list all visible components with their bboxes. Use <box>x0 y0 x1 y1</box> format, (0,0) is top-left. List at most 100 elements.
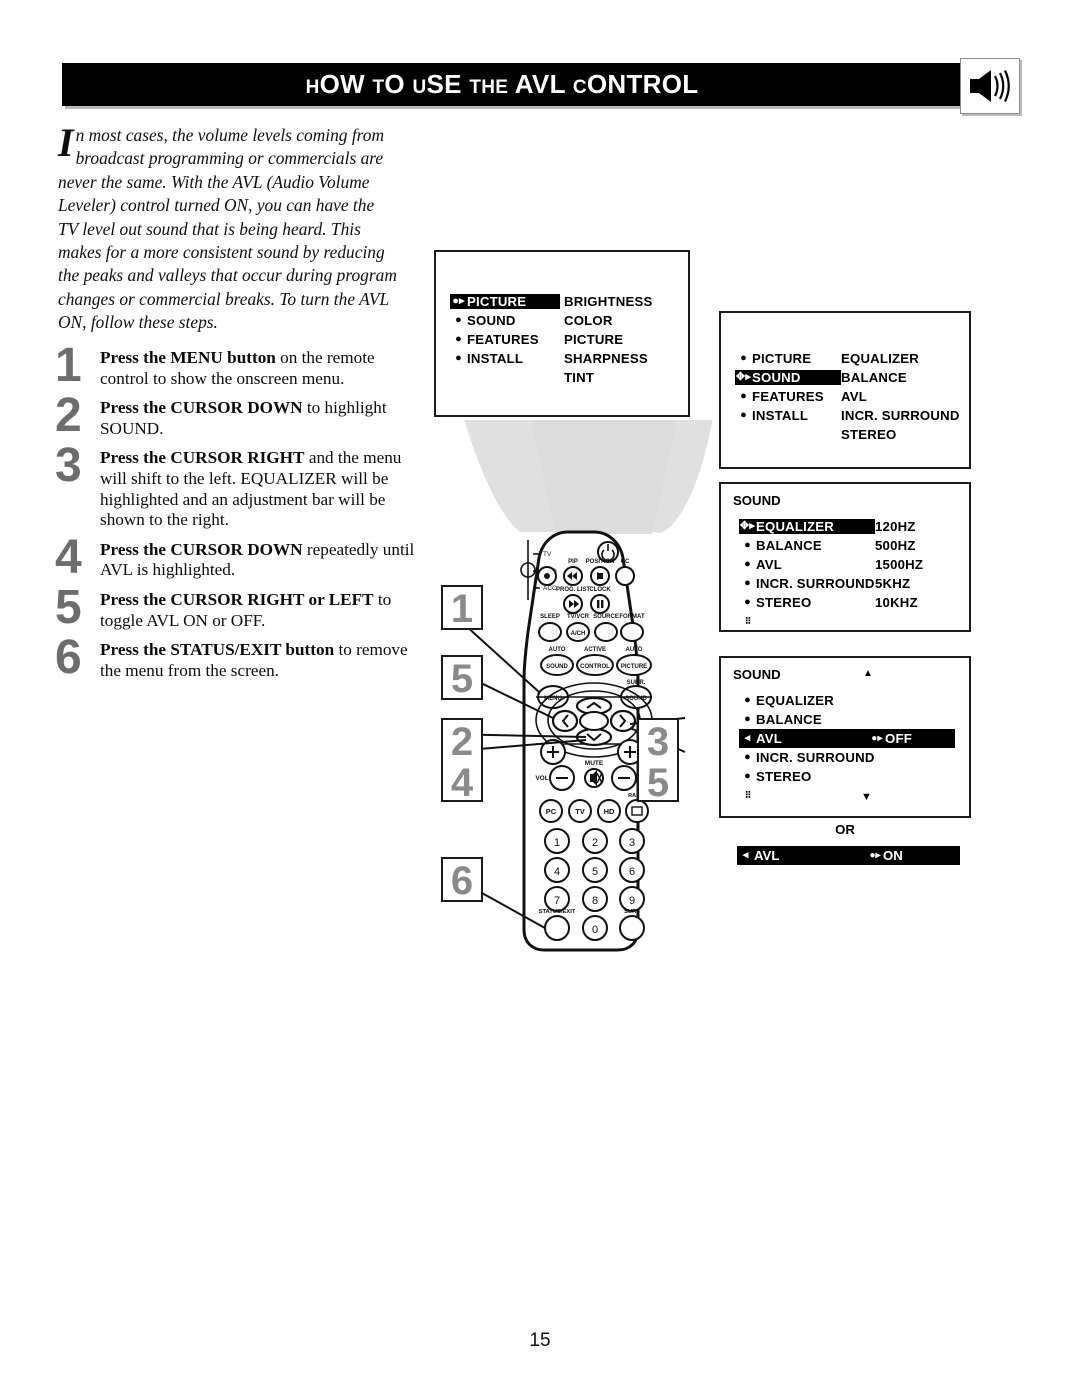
osd-row: ⠿ <box>739 786 955 805</box>
step-bold: Press the CURSOR DOWN <box>100 398 303 418</box>
osd-item-label: EQUALIZER <box>756 519 834 534</box>
osd-item-balance[interactable]: ● BALANCE <box>739 712 869 727</box>
osd-item-features[interactable]: ● FEATURES <box>450 332 560 347</box>
osd-value-10khz: 10KHZ <box>875 595 918 610</box>
step-number: 2 <box>55 389 82 443</box>
svg-text:VOL: VOL <box>535 775 548 782</box>
osd-item-incr-surround[interactable]: ● INCR. SURROUND <box>739 576 875 591</box>
step-text: Press the STATUS/EXIT button to remove t… <box>100 636 415 681</box>
osd-row[interactable]: ✥▸ SOUND BALANCE <box>735 368 960 387</box>
svg-text:AUTO: AUTO <box>549 647 566 653</box>
osd-item-stereo[interactable]: ● STEREO <box>739 595 875 610</box>
osd-value-sharpness: SHARPNESS <box>564 351 648 366</box>
step-item: 3 Press the CURSOR RIGHT and the menu wi… <box>55 439 415 530</box>
step-text: Press the CURSOR RIGHT or LEFT to toggle… <box>100 586 415 631</box>
osd-row[interactable]: ● EQUALIZER <box>739 691 955 710</box>
svg-text:TV: TV <box>543 551 552 558</box>
osd-row[interactable]: ● BALANCE 500HZ <box>739 536 923 555</box>
step-number: 1 <box>55 339 82 392</box>
svg-text:DVD: DVD <box>543 568 557 575</box>
osd-avl-on-row[interactable]: ◂ AVL ●▸ ON <box>737 846 960 865</box>
svg-text:FORMAT: FORMAT <box>619 614 645 620</box>
svg-text:MENU: MENU <box>544 696 562 702</box>
osd-row: STEREO <box>735 425 960 444</box>
bullet-dot-icon: ● <box>744 770 751 782</box>
osd-row[interactable]: ● FEATURES AVL <box>735 387 960 406</box>
or-label: OR <box>835 822 855 837</box>
svg-text:6: 6 <box>629 866 635 878</box>
callout-step-3-5: 3 5 <box>637 718 679 805</box>
osd-item-label: INSTALL <box>467 351 524 366</box>
osd-row: ⠿ <box>739 612 923 631</box>
osd-item-avl[interactable]: ● AVL <box>739 557 875 572</box>
osd-item-avl[interactable]: ◂ AVL <box>737 848 867 863</box>
osd-item-label: EQUALIZER <box>756 693 834 708</box>
osd-item-install[interactable]: ● INSTALL <box>735 408 841 423</box>
step-number: 5 <box>55 580 82 634</box>
osd-avl-menu: SOUND ▲ ▼ ● EQUALIZER ● BALANCE ◂ AVL ●▸… <box>719 656 971 818</box>
osd-item-stereo[interactable]: ● STEREO <box>739 769 869 784</box>
svg-text:9: 9 <box>629 895 635 907</box>
osd-row[interactable]: ● BALANCE <box>739 710 955 729</box>
step-text: Press the CURSOR RIGHT and the menu will… <box>100 444 415 530</box>
osd-row[interactable]: ● SOUND COLOR <box>450 311 652 330</box>
osd-row[interactable]: ● PICTURE EQUALIZER <box>735 349 960 368</box>
svg-text:4: 4 <box>554 866 560 878</box>
page-header-bar: HOW TO USE THE AVL CONTROL <box>62 58 1020 114</box>
intro-body: n most cases, the volume levels coming f… <box>58 125 397 333</box>
osd-row-avl-selected[interactable]: ◂ AVL ●▸ OFF <box>739 729 955 748</box>
step-item: 2 Press the CURSOR DOWN to highlight SOU… <box>55 389 415 443</box>
osd-row[interactable]: ● STEREO <box>739 767 955 786</box>
osd-item-label: SOUND <box>467 313 516 328</box>
osd-row[interactable]: ● AVL 1500HZ <box>739 555 923 574</box>
osd-main-menu: ●▸ PICTURE BRIGHTNESS ● SOUND COLOR ● FE… <box>434 250 690 417</box>
osd-row[interactable]: ● STEREO 10KHZ <box>739 593 923 612</box>
osd-item-features[interactable]: ● FEATURES <box>735 389 841 404</box>
step-item: 5 Press the CURSOR RIGHT or LEFT to togg… <box>55 580 415 634</box>
osd-item-install[interactable]: ● INSTALL <box>450 351 560 366</box>
callout-step-3-5-label: 3 5 <box>646 720 670 805</box>
scroll-indicator-icon: ⠿ <box>744 790 752 800</box>
osd-row[interactable]: ● FEATURES PICTURE <box>450 330 652 349</box>
svg-text:8: 8 <box>592 895 598 907</box>
svg-text:2: 2 <box>592 837 598 849</box>
osd-item-label: STEREO <box>756 595 812 610</box>
osd-item-equalizer[interactable]: ● EQUALIZER <box>739 693 869 708</box>
callout-step-2-4: 2 4 <box>441 718 483 804</box>
osd-row[interactable]: ● INCR. SURROUND <box>739 748 955 767</box>
osd-row[interactable]: ● INSTALL SHARPNESS <box>450 349 652 368</box>
osd-item-sound[interactable]: ● SOUND <box>450 313 560 328</box>
svg-text:CLOCK: CLOCK <box>589 587 611 593</box>
osd-menu-title: SOUND <box>733 493 781 508</box>
osd-value-avl: AVL <box>841 389 867 404</box>
osd-value-picture: PICTURE <box>564 332 624 347</box>
osd-item-label: FEATURES <box>467 332 539 347</box>
osd-row[interactable]: ● INCR. SURROUND 5KHZ <box>739 574 923 593</box>
osd-item-incr-surround[interactable]: ● INCR. SURROUND <box>739 750 874 765</box>
scroll-up-arrow-icon[interactable]: ▲ <box>863 668 873 679</box>
osd-item-sound[interactable]: ✥▸ SOUND <box>735 370 841 385</box>
osd-item-picture[interactable]: ●▸ PICTURE <box>450 294 560 309</box>
osd-item-label: BALANCE <box>756 538 822 553</box>
osd-row[interactable]: ✥▸ EQUALIZER 120HZ <box>739 517 923 536</box>
svg-text:ACTIVE: ACTIVE <box>584 647 606 653</box>
step-text: Press the CURSOR DOWN to highlight SOUND… <box>100 394 415 439</box>
osd-item-avl[interactable]: ◂ AVL <box>739 731 869 746</box>
osd-row[interactable]: ● INSTALL INCR. SURROUND <box>735 406 960 425</box>
osd-item-label: SOUND <box>752 370 801 385</box>
osd-item-label: STEREO <box>756 769 812 784</box>
svg-text:0: 0 <box>592 924 598 936</box>
osd-item-picture[interactable]: ● PICTURE <box>735 351 841 366</box>
osd-item-equalizer[interactable]: ✥▸ EQUALIZER <box>739 519 875 534</box>
step-item: 1 Press the MENU button on the remote co… <box>55 339 415 392</box>
osd-value-500hz: 500HZ <box>875 538 916 553</box>
osd-item-label: PICTURE <box>467 294 527 309</box>
osd-row[interactable]: ●▸ PICTURE BRIGHTNESS <box>450 292 652 311</box>
bullet-dot-icon: ● <box>740 352 747 364</box>
bullet-dot-icon: ● <box>455 352 462 364</box>
cursor-right-icon: ●▸ <box>869 849 881 861</box>
svg-text:SOUND: SOUND <box>546 664 568 670</box>
osd-item-balance[interactable]: ● BALANCE <box>739 538 875 553</box>
bullet-dot-icon: ● <box>740 409 747 421</box>
step-number: 3 <box>55 439 82 493</box>
